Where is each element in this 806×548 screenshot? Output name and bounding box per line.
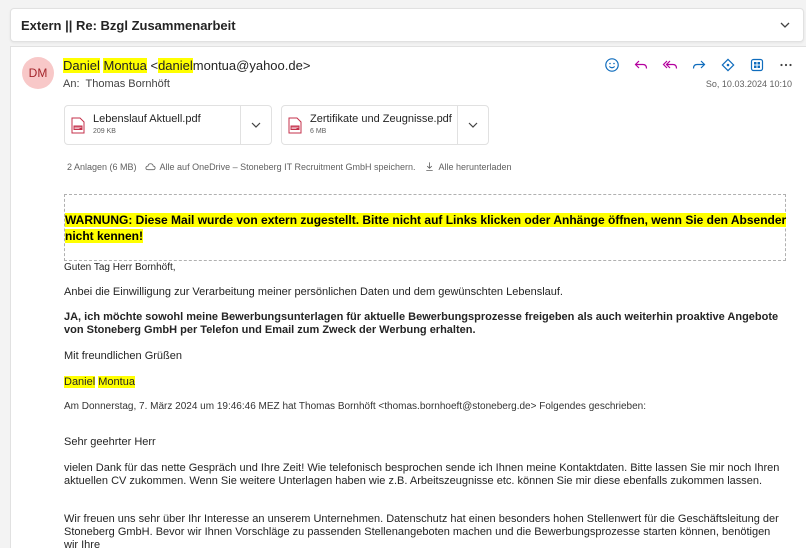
chevron-down-icon[interactable] xyxy=(779,19,791,31)
sender-last-name: Montua xyxy=(103,58,147,73)
to-name[interactable]: Thomas Bornhöft xyxy=(86,78,170,90)
quote-paragraph: Wir freuen uns sehr über Ihr Interesse a… xyxy=(64,513,779,548)
body-line: Anbei die Einwilligung zur Verarbeitung … xyxy=(64,286,563,298)
signature: Daniel Montua xyxy=(64,376,794,388)
subject-bar[interactable]: Extern || Re: Bzgl Zusammenarbeit xyxy=(10,8,804,42)
attachment-size: 6 MB xyxy=(310,128,327,135)
pdf-icon xyxy=(71,117,85,134)
attachment-menu-button[interactable] xyxy=(457,106,488,144)
sender-email-open: < xyxy=(150,58,159,73)
consent-statement: JA, ich möchte sowohl meine Bewerbungsun… xyxy=(64,311,779,336)
attachments-count: 2 Anlagen (6 MB) xyxy=(67,161,137,172)
attachment-name: Zertifikate und Zeugnisse.pdf xyxy=(310,113,452,125)
forward-icon xyxy=(692,60,705,69)
reply-all-icon xyxy=(662,60,677,69)
sent-date: So, 10.03.2024 10:10 xyxy=(705,79,792,89)
recipient-line: An: Thomas Bornhöft xyxy=(63,78,170,90)
more-icon xyxy=(779,63,792,67)
greeting: Guten Tag Herr Bornhöft, xyxy=(64,262,176,273)
warning-text: Diese Mail wurde von extern zugestellt. … xyxy=(65,213,787,243)
closing: Mit freundlichen Grüßen xyxy=(64,350,182,362)
apps-icon xyxy=(720,58,735,72)
to-label: An: xyxy=(63,78,80,90)
attachment-card[interactable]: Lebenslauf Aktuell.pdf 209 KB xyxy=(64,105,272,145)
emoji-icon xyxy=(604,58,619,72)
attachment-size: 209 KB xyxy=(93,128,116,135)
external-warning: WARNUNG: Diese Mail wurde von extern zug… xyxy=(65,212,787,244)
attachment-card[interactable]: Zertifikate und Zeugnisse.pdf 6 MB xyxy=(281,105,489,145)
sender-line[interactable]: Daniel Montua <danielmontua@yahoo.de> xyxy=(63,58,310,73)
avatar[interactable]: DM xyxy=(22,57,54,89)
forward-button[interactable] xyxy=(684,55,713,75)
more-button[interactable] xyxy=(771,55,800,75)
download-all-link[interactable]: Alle herunterladen xyxy=(439,162,512,172)
warning-label: WARNUNG: xyxy=(65,213,133,227)
signature-first: Daniel xyxy=(64,376,96,388)
quote-paragraph: vielen Dank für das nette Gespräch und I… xyxy=(64,462,780,487)
attachment-menu-button[interactable] xyxy=(240,106,271,144)
reply-all-button[interactable] xyxy=(655,55,684,75)
sender-email-prefix: daniel xyxy=(158,58,193,73)
reply-button[interactable] xyxy=(626,55,655,75)
cloud-icon xyxy=(145,163,156,171)
reply-icon xyxy=(634,60,647,69)
teams-icon xyxy=(750,58,763,72)
attachment-name: Lebenslauf Aktuell.pdf xyxy=(93,113,201,125)
apps-button[interactable] xyxy=(713,55,742,75)
pdf-icon xyxy=(288,117,302,134)
chevron-down-icon xyxy=(468,122,478,128)
message-actions xyxy=(597,55,800,75)
message-subject: Extern || Re: Bzgl Zusammenarbeit xyxy=(21,18,236,33)
download-icon xyxy=(425,162,433,172)
quote-salutation: Sehr geehrter Herr xyxy=(64,436,156,448)
teams-button[interactable] xyxy=(742,55,771,75)
emoji-button[interactable] xyxy=(597,55,626,75)
sender-email-rest: montua@yahoo.de> xyxy=(192,58,311,73)
chevron-down-icon xyxy=(251,122,261,128)
quote-header: Am Donnerstag, 7. März 2024 um 19:46:46 … xyxy=(64,401,646,412)
sender-first-name: Daniel xyxy=(63,58,100,73)
message-pane: DM Daniel Montua <danielmontua@yahoo.de>… xyxy=(10,46,806,548)
attachments-summary: 2 Anlagen (6 MB) Alle auf OneDrive – Sto… xyxy=(67,161,512,172)
save-all-onedrive-link[interactable]: Alle auf OneDrive – Stoneberg IT Recruit… xyxy=(160,162,416,172)
signature-last: Montua xyxy=(98,376,135,388)
external-warning-box: WARNUNG: Diese Mail wurde von extern zug… xyxy=(64,194,787,261)
